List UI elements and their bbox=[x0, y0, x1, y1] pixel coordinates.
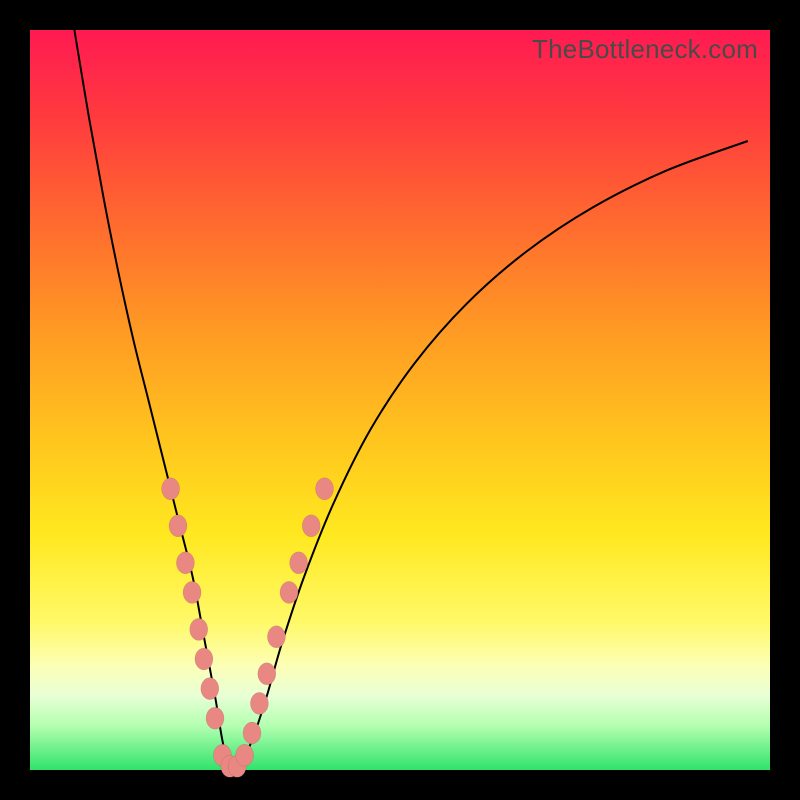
bead-marker bbox=[176, 552, 194, 574]
plot-area: TheBottleneck.com bbox=[30, 30, 770, 770]
bead-marker bbox=[201, 678, 219, 700]
curve-layer bbox=[30, 30, 770, 770]
bead-marker bbox=[280, 581, 298, 603]
chart-frame: TheBottleneck.com bbox=[0, 0, 800, 800]
bead-marker bbox=[316, 478, 334, 500]
bead-marker bbox=[243, 722, 261, 744]
bead-marker bbox=[250, 692, 268, 714]
bead-marker bbox=[190, 618, 208, 640]
bead-marker bbox=[290, 552, 308, 574]
bead-marker bbox=[258, 663, 276, 685]
bead-marker bbox=[206, 707, 224, 729]
bead-marker bbox=[169, 515, 187, 537]
bottleneck-curve bbox=[74, 30, 747, 774]
bead-marker bbox=[183, 581, 201, 603]
bead-marker bbox=[267, 626, 285, 648]
bead-marker bbox=[195, 648, 213, 670]
bead-marker bbox=[162, 478, 180, 500]
bead-marker bbox=[302, 515, 320, 537]
bead-group bbox=[162, 478, 334, 778]
bead-marker bbox=[236, 744, 254, 766]
